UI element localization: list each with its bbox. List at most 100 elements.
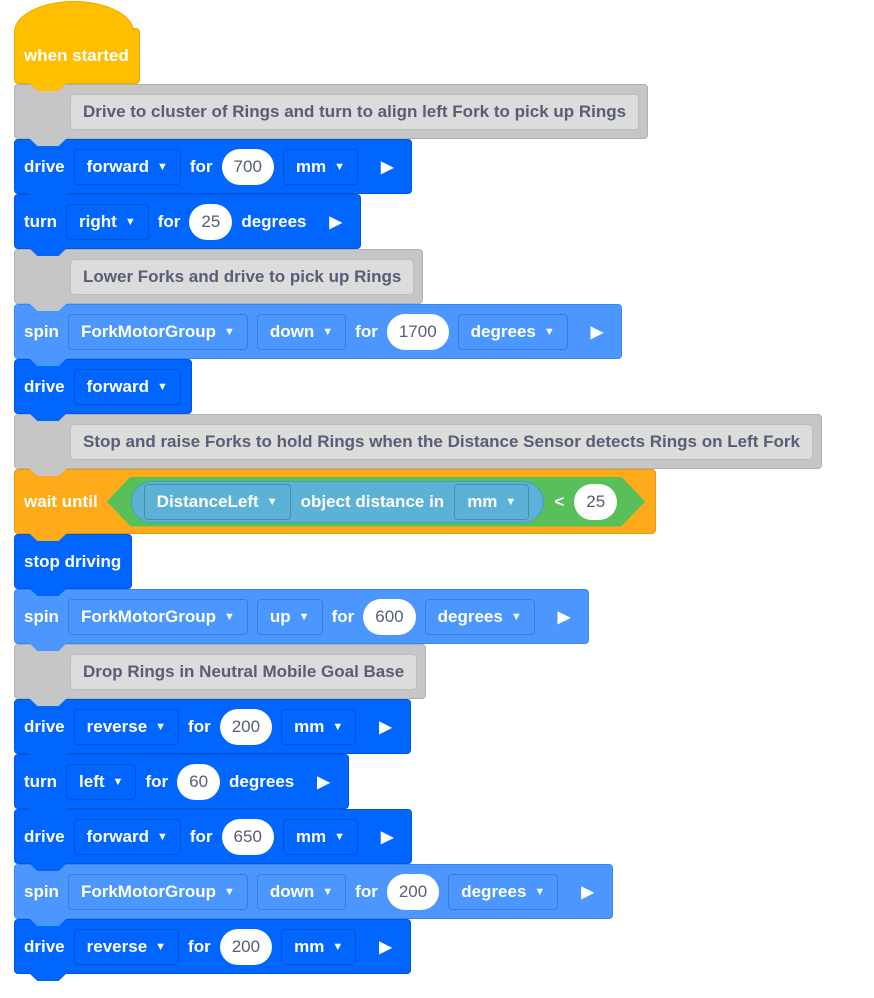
comment-text[interactable]: Lower Forks and drive to pick up Rings (70, 258, 415, 295)
turn-for-block[interactable]: turn right ▼ for 25 degrees ▶ (14, 194, 361, 249)
comment-block[interactable]: Drive to cluster of Rings and turn to al… (14, 84, 649, 139)
caret-down-icon: ▼ (266, 495, 278, 508)
dropdown[interactable]: forward ▼ (73, 818, 181, 855)
block-label: for (355, 881, 378, 901)
block-label: for (157, 211, 181, 231)
caret-down-icon: ▼ (224, 610, 235, 623)
dropdown-value: down (269, 881, 315, 901)
block-label: drive (24, 936, 65, 956)
dropdown[interactable]: right ▼ (66, 203, 149, 240)
number-input[interactable]: 25 (574, 484, 617, 520)
caret-down-icon: ▼ (298, 610, 310, 623)
dropdown-value: mm (295, 826, 327, 846)
play-icon[interactable]: ▶ (379, 717, 399, 737)
play-icon[interactable]: ▶ (379, 937, 399, 957)
spin-for-block[interactable]: spin ForkMotorGroup ▼ down ▼ for 200 degrees ▼ ▶ (14, 864, 613, 919)
stop-driving-block[interactable]: stop driving (14, 534, 133, 589)
dropdown[interactable]: ForkMotorGroup ▼ (67, 598, 248, 635)
play-icon[interactable]: ▶ (381, 827, 401, 847)
number-input[interactable]: 650 (221, 818, 274, 855)
dropdown[interactable]: degrees ▼ (424, 598, 535, 635)
play-icon[interactable]: ▶ (330, 212, 350, 232)
dropdown[interactable]: mm ▼ (281, 928, 357, 965)
play-icon[interactable]: ▶ (581, 882, 601, 902)
caret-down-icon: ▼ (334, 830, 346, 843)
comment-text[interactable]: Stop and raise Forks to hold Rings when … (70, 423, 813, 460)
play-icon[interactable]: ▶ (317, 772, 337, 792)
drive-block[interactable]: drive forward ▼ (14, 359, 192, 414)
wait-until-block[interactable]: wait until DistanceLeft ▼ object distance i… (14, 469, 657, 534)
less-than-operator[interactable]: DistanceLeft ▼ object distance in mm ▼ <25 (107, 477, 646, 527)
drive-for-block[interactable]: drive reverse ▼ for 200 mm ▼ ▶ (14, 919, 411, 974)
dropdown[interactable]: forward ▼ (73, 368, 181, 405)
block-label: turn (24, 771, 58, 791)
caret-down-icon: ▼ (156, 160, 168, 173)
comment-text[interactable]: Drop Rings in Neutral Mobile Goal Base (70, 653, 418, 690)
dropdown-value: ForkMotorGroup (80, 321, 216, 341)
play-icon[interactable]: ▶ (558, 607, 578, 627)
dropdown[interactable]: mm ▼ (282, 148, 359, 185)
dropdown[interactable]: degrees ▼ (448, 873, 559, 910)
turn-for-block[interactable]: turn left ▼ for 60 degrees ▶ (14, 754, 349, 809)
spin-for-block[interactable]: spin ForkMotorGroup ▼ up ▼ for 600 degrees ▼ ▶ (14, 589, 590, 644)
caret-down-icon: ▼ (332, 720, 344, 733)
drive-for-block[interactable]: drive reverse ▼ for 200 mm ▼ ▶ (14, 699, 411, 754)
play-icon[interactable]: ▶ (381, 157, 401, 177)
block-label: turn (24, 211, 58, 231)
block-label: when started (24, 46, 129, 65)
dropdown[interactable]: reverse ▼ (73, 928, 180, 965)
dropdown-value: degrees (461, 881, 527, 901)
number-input[interactable]: 700 (221, 148, 274, 185)
block-label: degrees (229, 771, 295, 791)
dropdown[interactable]: ForkMotorGroup ▼ (67, 873, 248, 910)
number-input[interactable]: 60 (177, 763, 221, 800)
dropdown[interactable]: down ▼ (256, 873, 347, 910)
drive-for-block[interactable]: drive forward ▼ for 650 mm ▼ ▶ (14, 809, 413, 864)
number-input[interactable]: 200 (219, 708, 273, 745)
dropdown[interactable]: mm ▼ (282, 818, 359, 855)
block-label: drive (24, 156, 65, 176)
number-input[interactable]: 200 (386, 873, 440, 910)
dropdown-value: mm (294, 936, 325, 956)
block-label: for (331, 606, 355, 626)
caret-down-icon: ▼ (334, 160, 346, 173)
dropdown[interactable]: mm ▼ (281, 708, 357, 745)
dropdown[interactable]: up ▼ (256, 598, 323, 635)
caret-down-icon: ▼ (124, 215, 136, 228)
unit-dropdown[interactable]: mm ▼ (454, 484, 529, 520)
operator-symbol: < (554, 491, 565, 511)
dropdown[interactable]: reverse ▼ (73, 708, 180, 745)
block-label: wait until (24, 491, 98, 511)
caret-down-icon: ▼ (156, 830, 168, 843)
when-started-block[interactable]: when started (14, 1, 140, 84)
comment-block[interactable]: Stop and raise Forks to hold Rings when … (14, 414, 822, 469)
dropdown-value: up (269, 606, 291, 626)
caret-down-icon: ▼ (322, 325, 334, 338)
play-icon[interactable]: ▶ (591, 322, 611, 342)
number-input[interactable]: 600 (363, 598, 416, 635)
dropdown[interactable]: left ▼ (66, 763, 137, 800)
dropdown-value: ForkMotorGroup (80, 881, 216, 901)
comment-block[interactable]: Drop Rings in Neutral Mobile Goal Base (14, 644, 427, 699)
dropdown[interactable]: degrees ▼ (457, 313, 568, 350)
block-label: degrees (241, 211, 307, 231)
drive-for-block[interactable]: drive forward ▼ for 700 mm ▼ ▶ (14, 139, 413, 194)
dropdown[interactable]: down ▼ (256, 313, 347, 350)
caret-down-icon: ▼ (534, 885, 546, 898)
spin-for-block[interactable]: spin ForkMotorGroup ▼ down ▼ for 1700 degrees ▼ ▶ (14, 304, 623, 359)
block-label: drive (24, 826, 65, 846)
number-input[interactable]: 200 (219, 928, 273, 965)
distance-sensor-reporter[interactable]: DistanceLeft ▼ object distance in mm ▼ (131, 481, 545, 523)
dropdown-value: reverse (86, 936, 148, 956)
number-input[interactable]: 1700 (386, 313, 449, 350)
dropdown[interactable]: ForkMotorGroup ▼ (67, 313, 248, 350)
sensor-dropdown[interactable]: DistanceLeft ▼ (144, 484, 291, 520)
comment-block[interactable]: Lower Forks and drive to pick up Rings (14, 249, 424, 304)
dropdown-value: reverse (86, 716, 148, 736)
comment-text[interactable]: Drive to cluster of Rings and turn to al… (70, 93, 640, 130)
dropdown[interactable]: forward ▼ (73, 148, 181, 185)
number-input[interactable]: 25 (189, 203, 233, 240)
reporter-label: object distance in (300, 491, 445, 511)
block-label: for (189, 826, 213, 846)
block-label: stop driving (24, 551, 122, 571)
